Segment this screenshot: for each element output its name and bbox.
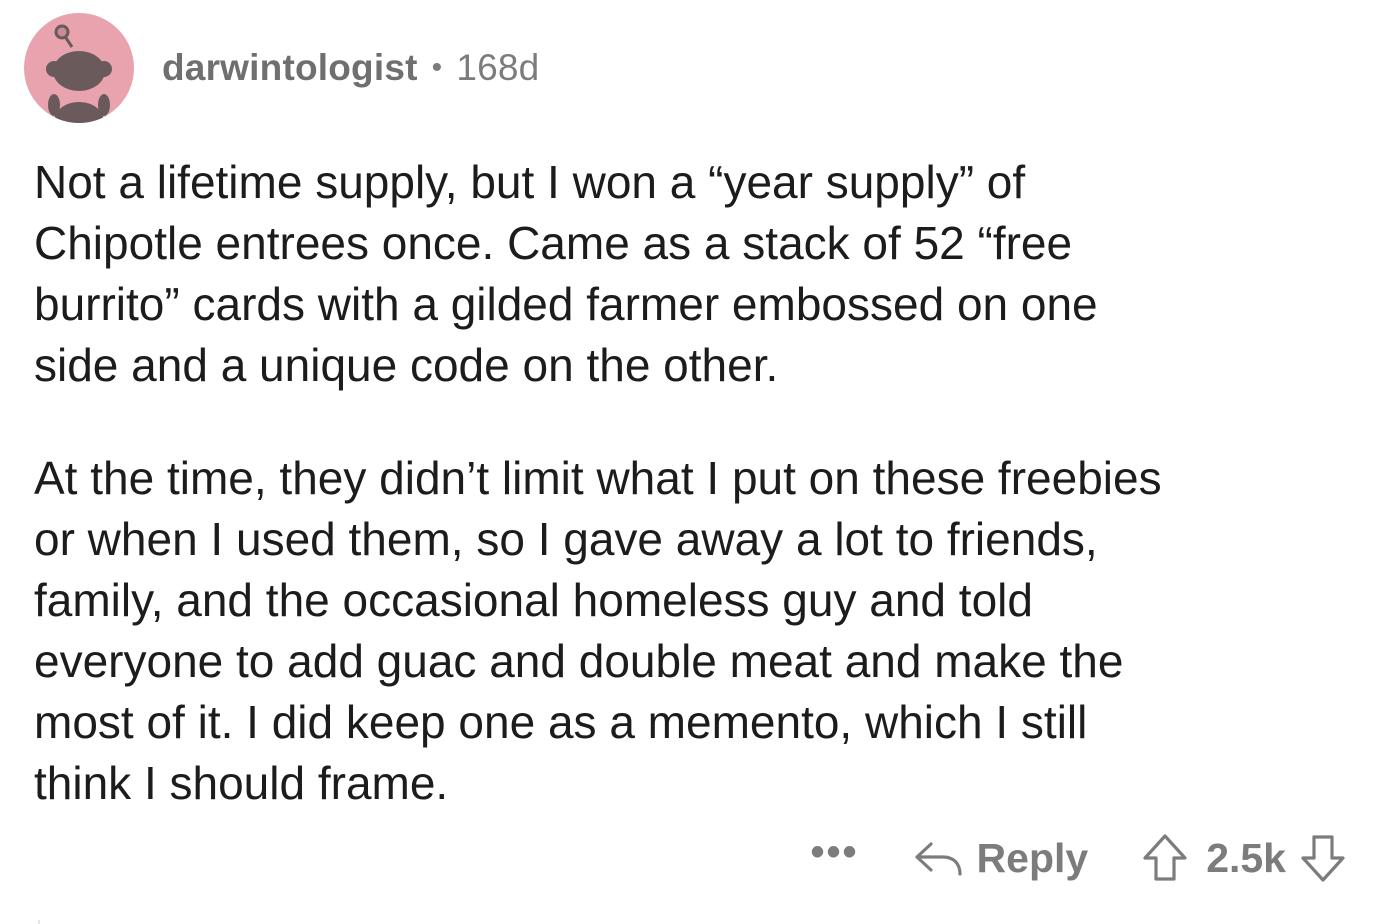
vote-controls: 2.5k (1142, 833, 1346, 883)
comment-actions: ••• Reply 2.5k (811, 826, 1346, 890)
reply-label: Reply (976, 834, 1089, 881)
vote-score: 2.5k (1206, 834, 1286, 881)
comment-age[interactable]: 168d (456, 47, 539, 89)
comment-body: Not a lifetime supply, but I won a “year… (34, 152, 1374, 814)
username[interactable]: darwintologist (162, 47, 418, 89)
snoo-avatar-icon (46, 24, 112, 123)
downvote-arrow-icon[interactable] (1300, 833, 1346, 883)
reply-arrow-icon (913, 838, 965, 878)
upvote-arrow-icon[interactable] (1142, 833, 1188, 883)
comment: darwintologist • 168d Not a lifetime sup… (0, 0, 1394, 924)
meta-separator: • (431, 51, 443, 84)
comment-paragraph: At the time, they didn’t limit what I pu… (34, 452, 1162, 809)
thread-line (38, 920, 40, 924)
more-options-button[interactable]: ••• (811, 832, 859, 872)
reply-button[interactable]: Reply (913, 834, 1089, 882)
comment-paragraph: Not a lifetime supply, but I won a “year… (34, 156, 1098, 391)
comment-header: darwintologist • 168d (24, 12, 539, 124)
avatar[interactable] (24, 13, 134, 123)
comment-meta: darwintologist • 168d (162, 47, 539, 89)
